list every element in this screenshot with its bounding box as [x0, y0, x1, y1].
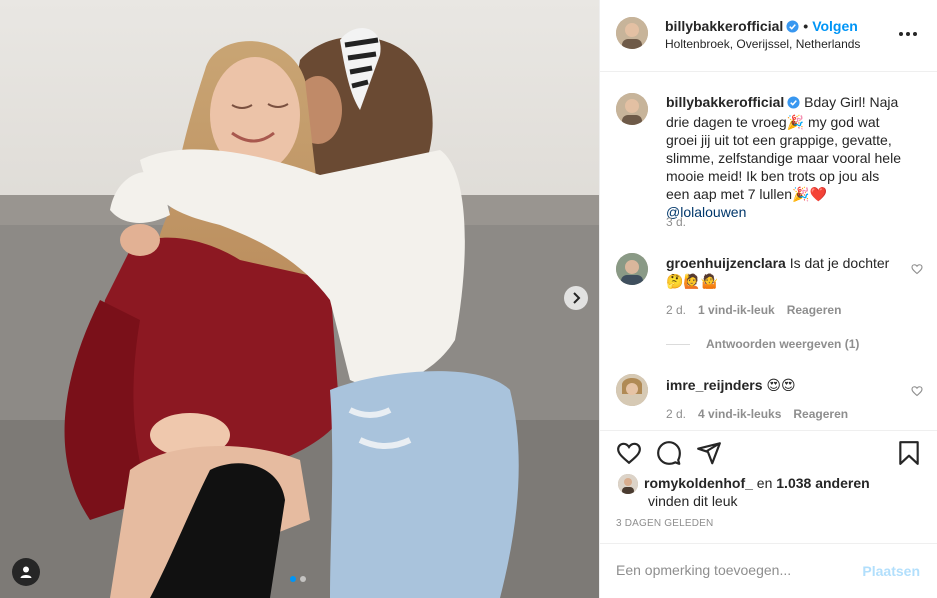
liker-avatar[interactable]	[618, 474, 638, 494]
likes-and: en	[756, 475, 773, 491]
follow-button[interactable]: Volgen	[812, 18, 858, 34]
post-sidebar: billybakkerofficial • Volgen Holtenbroek, …	[599, 0, 937, 598]
chevron-right-icon	[573, 292, 581, 304]
view-replies-button[interactable]: Antwoorden weergeven (1)	[666, 337, 859, 351]
post-comment-button[interactable]: Plaatsen	[862, 563, 920, 579]
comment-username[interactable]: groenhuijzenclara	[666, 255, 786, 271]
separator-dot: •	[803, 18, 809, 34]
caption-text: Bday Girl! Naja drie dagen te vroeg🎉 my …	[666, 94, 901, 202]
tagged-users-button[interactable]	[12, 558, 40, 586]
likes-suffix: vinden dit leuk	[648, 493, 738, 509]
comment-avatar[interactable]	[616, 253, 648, 285]
add-comment-bar: Plaatsen	[600, 543, 937, 598]
next-photo-button[interactable]	[564, 286, 588, 310]
caption-username[interactable]: billybakkerofficial	[666, 94, 784, 110]
caption-avatar[interactable]	[616, 93, 648, 125]
reply-button[interactable]: Reageren	[787, 303, 842, 317]
carousel-indicator	[290, 576, 306, 582]
verified-badge-icon	[786, 20, 799, 36]
share-icon[interactable]	[696, 440, 722, 469]
carousel-dot-active	[290, 576, 296, 582]
author-avatar[interactable]	[616, 17, 648, 49]
comment-text: 😍😍	[766, 377, 796, 393]
post-actions	[600, 440, 937, 470]
comment-icon[interactable]	[656, 440, 682, 469]
bookmark-icon[interactable]	[896, 440, 922, 469]
comment-like-icon[interactable]	[911, 262, 923, 278]
comment-avatar[interactable]	[616, 374, 648, 406]
post-date[interactable]: 3 DAGEN GELEDEN	[616, 518, 713, 529]
post-header: billybakkerofficial • Volgen Holtenbroek, …	[600, 0, 937, 72]
post-location[interactable]: Holtenbroek, Overijssel, Netherlands	[665, 37, 860, 51]
likes-summary: romykoldenhof_ en 1.038 anderen vinden d…	[616, 474, 926, 510]
author-username[interactable]: billybakkerofficial	[665, 18, 783, 34]
comment-like-icon[interactable]	[911, 384, 923, 400]
more-options-icon[interactable]	[899, 32, 917, 36]
liker-username[interactable]: romykoldenhof_	[644, 475, 753, 491]
comment-username[interactable]: imre_reijnders	[666, 377, 763, 393]
view-replies-label: Antwoorden weergeven (1)	[706, 337, 860, 351]
reply-button[interactable]: Reageren	[793, 407, 848, 421]
comments-section[interactable]: billybakkerofficial Bday Girl! Naja drie…	[600, 73, 937, 431]
caption-time[interactable]: 3 d.	[666, 215, 686, 229]
comment-like-count[interactable]: 1 vind-ik-leuk	[698, 303, 775, 317]
photo-illustration	[0, 0, 599, 598]
carousel-dot	[300, 576, 306, 582]
comment-time[interactable]: 2 d.	[666, 303, 686, 317]
comment-time[interactable]: 2 d.	[666, 407, 686, 421]
verified-badge-icon	[787, 95, 800, 113]
user-tag-icon	[20, 566, 32, 578]
likes-others[interactable]: 1.038 anderen	[776, 475, 869, 491]
divider	[666, 343, 690, 345]
heart-icon[interactable]	[616, 440, 642, 469]
comment-input[interactable]	[616, 562, 846, 578]
post-photo[interactable]	[0, 0, 599, 598]
comment-like-count[interactable]: 4 vind-ik-leuks	[698, 407, 781, 421]
